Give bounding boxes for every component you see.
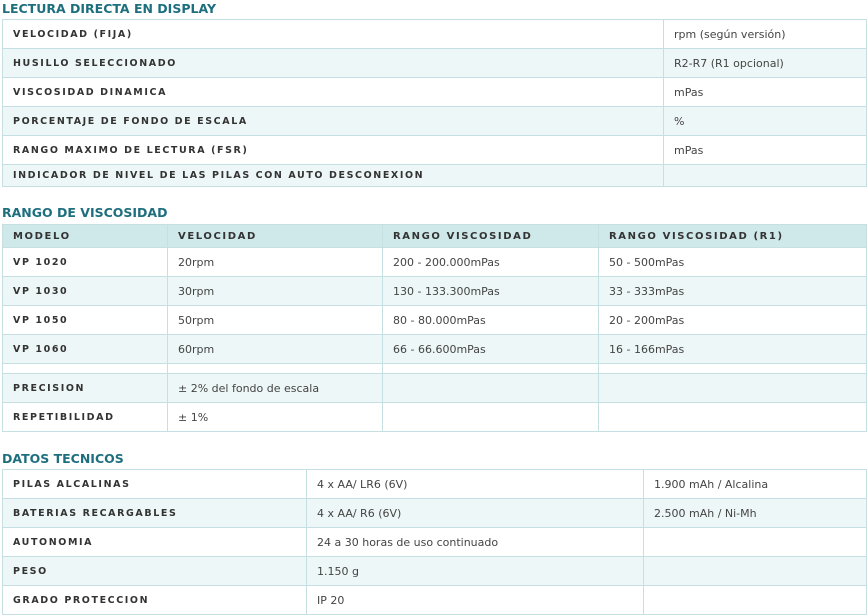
row-extra	[643, 527, 867, 557]
row-label: VISCOSIDAD DINAMICA	[2, 77, 664, 107]
row-extra: 1.900 mAh / Alcalina	[643, 469, 867, 499]
model-cell: VP 1050	[2, 305, 168, 335]
empty-cell	[167, 363, 383, 374]
row-label: AUTONOMIA	[2, 527, 307, 557]
row-value: 4 x AA/ LR6 (6V)	[306, 469, 644, 499]
range-r1-cell: 33 - 333mPas	[598, 276, 867, 306]
range-cell: 80 - 80.000mPas	[382, 305, 599, 335]
column-header-rango-r1: RANGO VISCOSIDAD (R1)	[598, 224, 867, 248]
range-r1-cell: 20 - 200mPas	[598, 305, 867, 335]
table-row: BATERIAS RECARGABLES 4 x AA/ R6 (6V) 2.5…	[2, 498, 867, 528]
row-extra	[643, 556, 867, 586]
empty-cell	[598, 363, 867, 374]
speed-cell: 20rpm	[167, 247, 383, 277]
row-value: mPas	[663, 135, 867, 165]
range-cell: 66 - 66.600mPas	[382, 334, 599, 364]
column-header-velocidad: VELOCIDAD	[167, 224, 383, 248]
speed-cell: 30rpm	[167, 276, 383, 306]
row-label: BATERIAS RECARGABLES	[2, 498, 307, 528]
table-row: VELOCIDAD (FIJA) rpm (según versión)	[2, 19, 867, 49]
row-value: IP 20	[306, 585, 644, 615]
empty-cell	[382, 402, 599, 432]
row-extra	[643, 585, 867, 615]
empty-cell	[2, 363, 168, 374]
model-cell: VP 1060	[2, 334, 168, 364]
row-value: 4 x AA/ R6 (6V)	[306, 498, 644, 528]
datos-table: PILAS ALCALINAS 4 x AA/ LR6 (6V) 1.900 m…	[2, 469, 867, 615]
row-label: HUSILLO SELECCIONADO	[2, 48, 664, 78]
row-value	[663, 164, 867, 187]
row-label: RANGO MAXIMO DE LECTURA (FSR)	[2, 135, 664, 165]
spacer-row	[2, 363, 867, 374]
table-row: VP 1060 60rpm 66 - 66.600mPas 16 - 166mP…	[2, 334, 867, 364]
table-row: VP 1050 50rpm 80 - 80.000mPas 20 - 200mP…	[2, 305, 867, 335]
empty-cell	[382, 363, 599, 374]
row-label: GRADO PROTECCION	[2, 585, 307, 615]
empty-cell	[382, 373, 599, 403]
table-row: REPETIBILIDAD ± 1%	[2, 402, 867, 432]
row-value: 24 a 30 horas de uso continuado	[306, 527, 644, 557]
precision-label: PRECISION	[2, 373, 168, 403]
table-row: VP 1030 30rpm 130 - 133.300mPas 33 - 333…	[2, 276, 867, 306]
row-value: rpm (según versión)	[663, 19, 867, 49]
range-r1-cell: 50 - 500mPas	[598, 247, 867, 277]
table-row: PRECISION ± 2% del fondo de escala	[2, 373, 867, 403]
row-label: INDICADOR DE NIVEL DE LAS PILAS CON AUTO…	[2, 164, 664, 187]
empty-cell	[598, 402, 867, 432]
table-row: VISCOSIDAD DINAMICA mPas	[2, 77, 867, 107]
model-cell: VP 1030	[2, 276, 168, 306]
range-r1-cell: 16 - 166mPas	[598, 334, 867, 364]
table-header-row: MODELO VELOCIDAD RANGO VISCOSIDAD RANGO …	[2, 224, 867, 248]
table-row: VP 1020 20rpm 200 - 200.000mPas 50 - 500…	[2, 247, 867, 277]
table-row: INDICADOR DE NIVEL DE LAS PILAS CON AUTO…	[2, 164, 867, 187]
repetibilidad-value: ± 1%	[167, 402, 383, 432]
range-cell: 130 - 133.300mPas	[382, 276, 599, 306]
row-label: PORCENTAJE DE FONDO DE ESCALA	[2, 106, 664, 136]
row-label: VELOCIDAD (FIJA)	[2, 19, 664, 49]
column-header-modelo: MODELO	[2, 224, 168, 248]
spec-page: LECTURA DIRECTA EN DISPLAY VELOCIDAD (FI…	[0, 0, 867, 616]
rango-table: MODELO VELOCIDAD RANGO VISCOSIDAD RANGO …	[2, 224, 867, 432]
row-value: %	[663, 106, 867, 136]
empty-cell	[598, 373, 867, 403]
column-header-rango: RANGO VISCOSIDAD	[382, 224, 599, 248]
row-label: PESO	[2, 556, 307, 586]
table-row: GRADO PROTECCION IP 20	[2, 585, 867, 615]
row-value: 1.150 g	[306, 556, 644, 586]
model-cell: VP 1020	[2, 247, 168, 277]
table-row: AUTONOMIA 24 a 30 horas de uso continuad…	[2, 527, 867, 557]
lectura-table: VELOCIDAD (FIJA) rpm (según versión) HUS…	[2, 19, 867, 187]
section-title-lectura: LECTURA DIRECTA EN DISPLAY	[2, 1, 216, 16]
table-row: PORCENTAJE DE FONDO DE ESCALA %	[2, 106, 867, 136]
speed-cell: 60rpm	[167, 334, 383, 364]
speed-cell: 50rpm	[167, 305, 383, 335]
row-extra: 2.500 mAh / Ni-Mh	[643, 498, 867, 528]
section-title-datos: DATOS TECNICOS	[2, 451, 124, 466]
row-label: PILAS ALCALINAS	[2, 469, 307, 499]
table-row: PESO 1.150 g	[2, 556, 867, 586]
table-row: RANGO MAXIMO DE LECTURA (FSR) mPas	[2, 135, 867, 165]
table-row: HUSILLO SELECCIONADO R2-R7 (R1 opcional)	[2, 48, 867, 78]
precision-value: ± 2% del fondo de escala	[167, 373, 383, 403]
repetibilidad-label: REPETIBILIDAD	[2, 402, 168, 432]
row-value: mPas	[663, 77, 867, 107]
section-title-rango: RANGO DE VISCOSIDAD	[2, 205, 168, 220]
range-cell: 200 - 200.000mPas	[382, 247, 599, 277]
table-row: PILAS ALCALINAS 4 x AA/ LR6 (6V) 1.900 m…	[2, 469, 867, 499]
row-value: R2-R7 (R1 opcional)	[663, 48, 867, 78]
